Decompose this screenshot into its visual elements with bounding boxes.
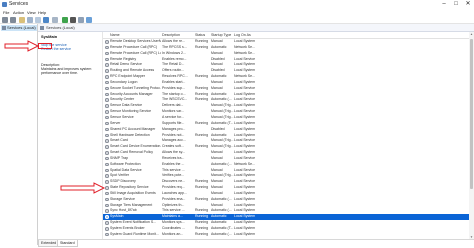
service-gear-icon — [105, 75, 109, 79]
start-service-icon[interactable] — [62, 17, 68, 23]
menu-help[interactable]: Help — [38, 9, 46, 16]
highlight-box — [38, 43, 52, 49]
tab-standard[interactable]: Standard — [57, 240, 78, 247]
console-icon[interactable] — [27, 17, 33, 23]
column-description[interactable]: Description — [162, 32, 180, 39]
service-gear-icon — [105, 162, 109, 167]
service-gear-icon — [105, 115, 109, 120]
maximize-icon[interactable]: □ — [450, 0, 462, 9]
service-gear-icon — [105, 221, 109, 225]
service-gear-icon — [105, 168, 109, 173]
service-rows: Remote Desktop Services UserM... Allows t… — [103, 39, 469, 238]
service-gear-icon — [105, 145, 109, 149]
folder-icon[interactable] — [19, 17, 25, 23]
service-gear-icon — [105, 127, 109, 132]
scroll-up-icon[interactable]: ▲ — [469, 32, 474, 36]
service-gear-icon — [105, 151, 109, 155]
service-gear-icon — [105, 133, 109, 137]
service-gear-icon — [105, 92, 109, 97]
service-gear-icon — [105, 110, 109, 114]
column-log-on-as[interactable]: Log On As — [234, 32, 251, 39]
service-name-cell: System Guard Runtime Monit... — [110, 231, 159, 236]
service-gear-icon — [105, 57, 109, 62]
service-gear-icon — [105, 51, 109, 56]
menu-file[interactable]: File — [3, 9, 9, 16]
service-gear-icon — [105, 69, 109, 73]
column-name[interactable]: Name — [110, 32, 120, 39]
service-details-panel: SysMain Stop the service Restart the ser… — [38, 32, 103, 239]
help-icon[interactable] — [43, 17, 49, 23]
services-app-icon — [2, 2, 7, 7]
service-logon-cell: Local System — [234, 231, 256, 236]
minimize-icon[interactable]: – — [438, 0, 450, 9]
list-header: Name Description Status Startup Type Log… — [103, 32, 469, 39]
service-gear-icon — [105, 86, 109, 91]
service-gear-icon — [105, 197, 109, 202]
service-gear-icon — [105, 45, 109, 50]
vertical-scrollbar[interactable]: ▲ ▼ — [469, 32, 474, 239]
service-gear-icon — [105, 98, 109, 102]
window-title: Services — [9, 1, 29, 7]
annotation-arrow-bottom — [60, 182, 106, 194]
menu-action[interactable]: Action — [13, 9, 24, 16]
console-tree: Services (Local) — [0, 24, 38, 245]
menu-bar: File Action View Help — [0, 9, 474, 16]
service-gear-icon — [105, 215, 109, 219]
annotation-arrow-top — [4, 40, 40, 52]
column-status[interactable]: Status — [195, 32, 205, 39]
services-header: Services (Local) — [38, 24, 474, 32]
restart-service-icon[interactable] — [86, 17, 92, 23]
scroll-thumb[interactable] — [470, 39, 473, 189]
services-header-icon — [40, 26, 44, 30]
tab-extended[interactable]: Extended — [38, 240, 60, 247]
forward-icon[interactable] — [10, 17, 16, 23]
service-gear-icon — [105, 232, 109, 237]
title-bar: Services – □ ✕ — [0, 0, 474, 9]
services-header-label: Services (Local) — [46, 25, 75, 30]
service-gear-icon — [105, 121, 109, 126]
services-window: Services – □ ✕ File Action View Help Ser… — [0, 0, 474, 248]
service-gear-icon — [105, 139, 109, 143]
service-gear-icon — [105, 104, 109, 108]
services-icon — [2, 26, 6, 30]
menu-view[interactable]: View — [27, 9, 36, 16]
selected-service-name: SysMain — [41, 34, 58, 39]
services-list: Name Description Status Startup Type Log… — [103, 32, 469, 239]
service-gear-icon — [105, 203, 109, 208]
description-text: Maintains and improves system performanc… — [41, 67, 92, 76]
stop-service-icon[interactable] — [70, 17, 76, 23]
service-gear-icon — [105, 209, 109, 213]
back-icon[interactable] — [2, 17, 8, 23]
service-gear-icon — [105, 227, 109, 231]
tree-item-label: Services (Local) — [7, 25, 36, 30]
service-gear-icon — [105, 40, 109, 44]
refresh-icon[interactable] — [35, 17, 41, 23]
tree-item-services-local[interactable]: Services (Local) — [1, 25, 37, 31]
view-tabs: Extended Standard — [38, 239, 474, 247]
column-startup-type[interactable]: Startup Type — [211, 32, 231, 39]
close-icon[interactable]: ✕ — [462, 0, 474, 9]
toolbar — [0, 16, 474, 24]
service-description-cell: Monitors an... — [162, 231, 184, 236]
service-gear-icon — [105, 156, 109, 161]
service-gear-icon — [105, 63, 109, 67]
table-row[interactable]: System Guard Runtime Monit... Monitors an… — [103, 232, 469, 238]
service-gear-icon — [105, 80, 109, 85]
pause-service-icon[interactable] — [78, 17, 84, 23]
service-gear-icon — [105, 174, 109, 178]
properties-icon[interactable] — [52, 17, 58, 23]
